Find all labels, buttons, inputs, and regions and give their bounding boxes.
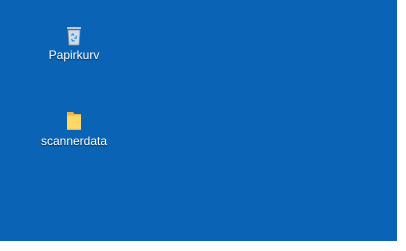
- desktop: Papirkurv scannerdata: [0, 0, 397, 241]
- recycle-bin-label: Papirkurv: [48, 48, 100, 62]
- recycle-bin-icon: [67, 27, 81, 46]
- desktop-icon-scannerdata[interactable]: scannerdata: [26, 110, 122, 148]
- folder-icon: [67, 112, 81, 130]
- desktop-icon-recycle-bin[interactable]: Papirkurv: [26, 26, 122, 62]
- scannerdata-label: scannerdata: [40, 134, 108, 148]
